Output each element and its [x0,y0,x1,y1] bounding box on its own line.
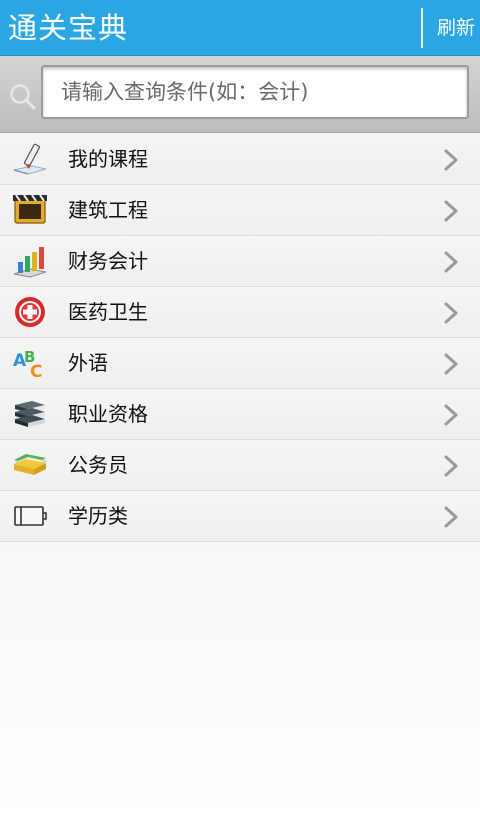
list-item-label: 职业资格 [68,402,148,426]
list-item-academic[interactable]: 学历类 [0,491,480,542]
abc-letters-icon: A B C [13,348,42,380]
chevron-right-icon [444,404,458,426]
pencil-paper-icon [13,143,47,175]
app-window: 通关宝典 刷新 我的课程 [0,0,480,825]
film-clapper-icon [13,194,47,224]
list-item-construction[interactable]: 建筑工程 [0,185,480,236]
chevron-right-icon [444,455,458,477]
chevron-right-icon [444,251,458,273]
chevron-right-icon [444,506,458,528]
search-input[interactable] [41,65,469,119]
list-item-label: 我的课程 [68,147,148,171]
list-item-label: 医药卫生 [68,300,148,324]
book-icon [14,506,47,526]
book-stack-icon [15,401,45,427]
svg-text:C: C [30,362,42,380]
search-icon[interactable] [8,82,38,112]
list-item-professional-qualification[interactable]: 职业资格 [0,389,480,440]
chevron-right-icon [444,200,458,222]
title-bar: 通关宝典 刷新 [0,0,480,56]
list-item-my-courses[interactable]: 我的课程 [0,134,480,185]
list-item-medicine[interactable]: 医药卫生 [0,287,480,338]
list-item-label: 外语 [68,351,108,375]
list-item-label: 财务会计 [68,249,148,273]
bar-chart-icon [13,247,47,278]
chevron-right-icon [444,302,458,324]
list-item-label: 公务员 [68,453,128,477]
chevron-right-icon [444,353,458,375]
list-item-label: 建筑工程 [68,198,148,222]
medical-cross-icon [15,297,45,327]
category-list: 我的课程 建筑工程 财务会计 医药卫生 A B C 外语 职业资格 公务员 学历… [0,134,480,542]
refresh-button[interactable]: 刷新 [432,0,480,56]
header-divider [421,8,423,48]
list-item-foreign-language[interactable]: A B C 外语 [0,338,480,389]
list-item-civil-servant[interactable]: 公务员 [0,440,480,491]
chevron-right-icon [444,149,458,171]
list-item-finance[interactable]: 财务会计 [0,236,480,287]
folder-icon [14,454,48,475]
search-bar [0,56,480,133]
app-title: 通关宝典 [8,11,129,45]
list-item-label: 学历类 [68,504,128,528]
